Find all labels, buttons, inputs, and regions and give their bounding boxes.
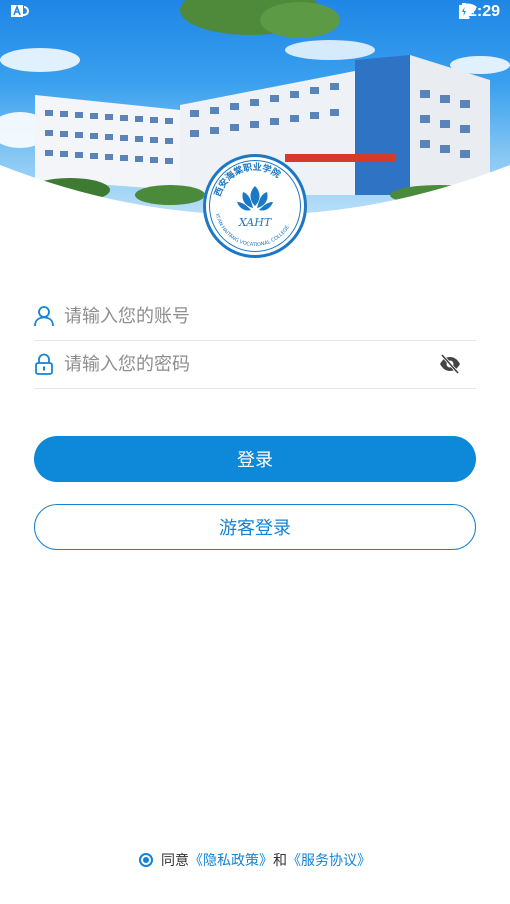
logo-monogram: XAHT: [238, 216, 273, 229]
notification-a-icon: [11, 4, 23, 17]
password-input[interactable]: [62, 352, 476, 376]
agree-and-text: 和: [273, 853, 287, 869]
agree-radio[interactable]: [139, 853, 153, 867]
agreement-row: 同意 《隐私政策》 和 《服务协议》: [0, 850, 510, 870]
account-input[interactable]: [62, 304, 476, 328]
privacy-policy-link[interactable]: 《隐私政策》: [189, 850, 273, 870]
school-logo: 西安海棠职业学院 XI'AN HAITANG VOCATIONAL COLLEG…: [203, 154, 307, 258]
password-field: [34, 340, 476, 389]
eye-off-icon[interactable]: [438, 352, 462, 376]
battery-icon: [459, 3, 470, 19]
service-agreement-link[interactable]: 《服务协议》: [287, 850, 371, 870]
user-icon: [34, 306, 54, 327]
account-field: [34, 292, 476, 341]
status-bar: 22:29: [0, 0, 510, 26]
agree-prefix-text: 同意: [161, 853, 189, 869]
logo-chinese-name: 西安海棠职业学院: [212, 161, 282, 198]
login-button[interactable]: 登录: [34, 436, 476, 482]
lock-icon: [35, 353, 53, 375]
guest-login-button[interactable]: 游客登录: [34, 504, 476, 550]
